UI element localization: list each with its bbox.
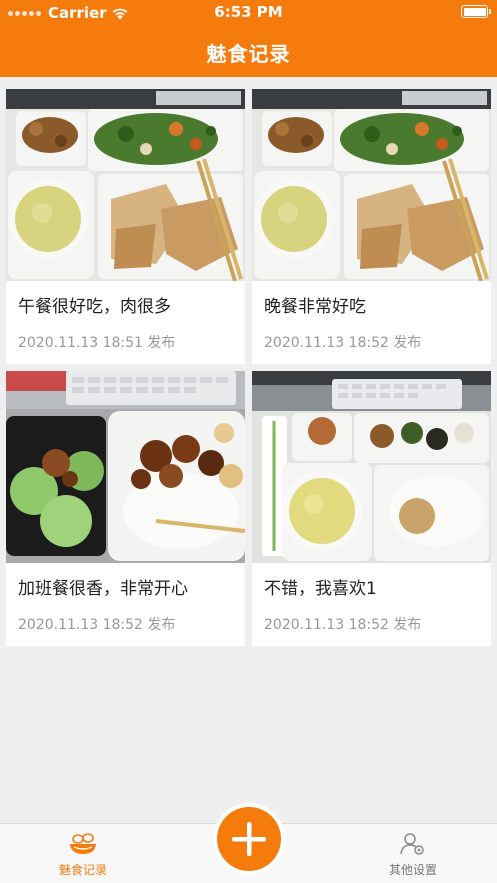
user-settings-icon — [400, 833, 424, 855]
tab-settings[interactable]: 其他设置 — [368, 832, 458, 878]
tab-settings-label: 其他设置 — [388, 863, 437, 877]
food-photo — [6, 371, 245, 563]
header: Carrier 6:53 PM 魅食记录 — [0, 0, 497, 77]
plus-icon — [232, 822, 266, 856]
food-photo — [6, 89, 245, 281]
tab-home-label: 魅食记录 — [58, 863, 107, 877]
app-screen: Carrier 6:53 PM 魅食记录 午餐很好吃，肉很多 2020.11.1… — [0, 0, 497, 883]
tab-home[interactable]: 魅食记录 — [38, 832, 128, 878]
post-caption: 加班餐很香，非常开心 — [18, 579, 188, 599]
page-title: 魅食记录 — [206, 42, 291, 66]
battery-icon — [461, 5, 491, 18]
post-date: 2020.11.13 18:52 发布 — [264, 617, 422, 633]
post-caption: 晚餐非常好吃 — [264, 297, 366, 317]
post-date: 2020.11.13 18:52 发布 — [264, 335, 422, 351]
post-card[interactable]: 晚餐非常好吃 2020.11.13 18:52 发布 — [252, 89, 491, 364]
post-card[interactable]: 不错，我喜欢1 2020.11.13 18:52 发布 — [252, 371, 491, 646]
post-date: 2020.11.13 18:51 发布 — [18, 335, 176, 351]
status-bar: Carrier 6:53 PM — [0, 0, 497, 24]
post-date: 2020.11.13 18:52 发布 — [18, 617, 176, 633]
clock: 6:53 PM — [214, 3, 283, 21]
post-caption: 不错，我喜欢1 — [264, 579, 377, 599]
add-post-button[interactable] — [217, 807, 281, 871]
post-caption: 午餐很好吃，肉很多 — [18, 297, 171, 317]
food-bowl-icon — [70, 833, 96, 854]
food-photo — [252, 89, 491, 281]
food-photo — [252, 371, 491, 563]
post-card[interactable]: 午餐很好吃，肉很多 2020.11.13 18:51 发布 — [6, 89, 245, 364]
post-card[interactable]: 加班餐很香，非常开心 2020.11.13 18:52 发布 — [6, 371, 245, 646]
